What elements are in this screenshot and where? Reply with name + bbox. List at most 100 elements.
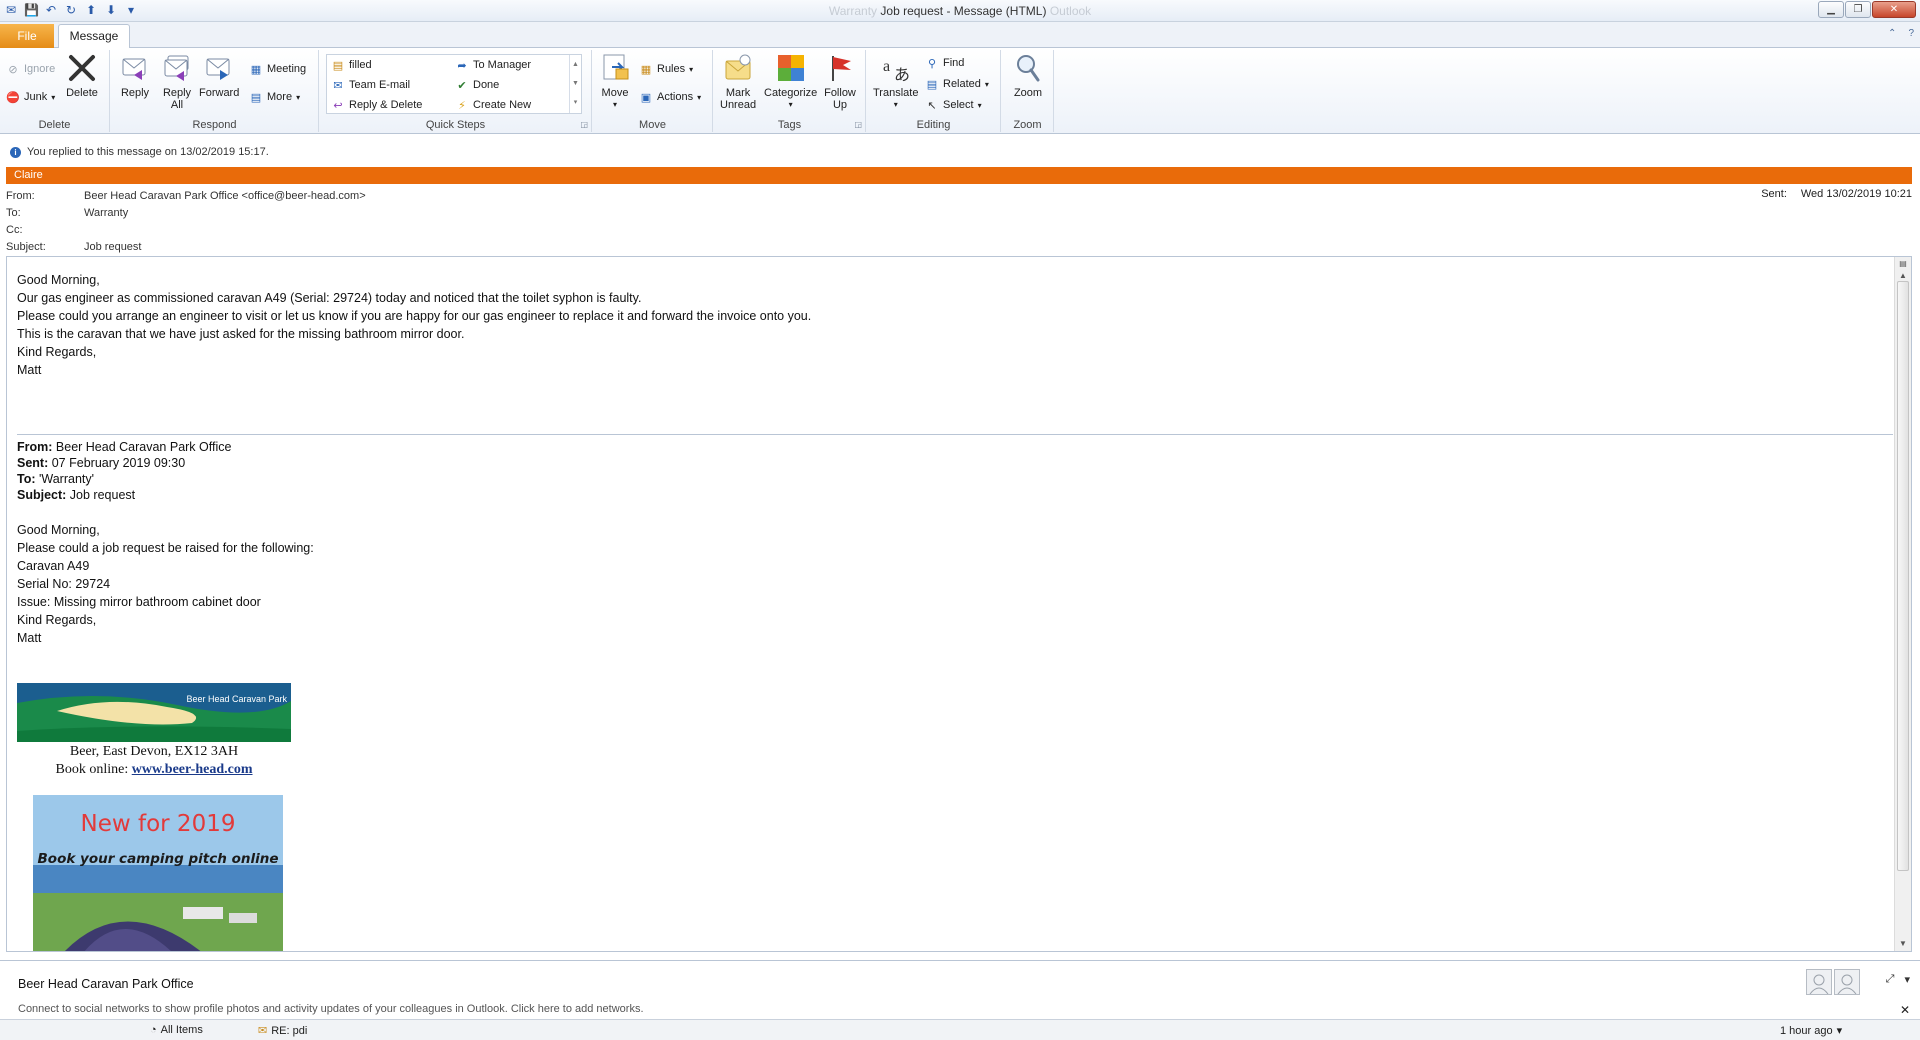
tab-message[interactable]: Message	[58, 24, 130, 49]
select-button[interactable]: ↖ Select ▾	[925, 98, 981, 112]
translate-button[interactable]: aあ Translate ▾	[873, 52, 918, 111]
quick-step-team-email[interactable]: ✉ Team E-mail	[331, 78, 410, 92]
quick-step-create-new[interactable]: ⚡ Create New	[455, 98, 531, 112]
quick-steps-gallery: ▤ filled ✉ Team E-mail ↩ Reply & Delete …	[326, 54, 582, 114]
to-row: To: Warranty	[6, 204, 1912, 221]
signature-address: Beer, East Devon, EX12 3AH Book online: …	[17, 743, 291, 779]
page-settings-icon[interactable]: ▤	[1898, 259, 1908, 269]
delete-button[interactable]: Delete	[66, 52, 98, 99]
chevron-down-icon[interactable]: ▾	[1837, 1024, 1843, 1037]
quick-step-label: To Manager	[473, 59, 532, 71]
title-faded-left: Warranty	[828, 4, 878, 18]
expand-icon[interactable]: ⤢	[1886, 973, 1895, 986]
quoted-line: Good Morning,	[17, 523, 100, 537]
all-items-label: All Items	[160, 1024, 203, 1036]
to-manager-icon: ➦	[457, 59, 467, 72]
quoted-to-label: To:	[17, 472, 36, 486]
sent-info: Sent: Wed 13/02/2019 10:21	[1761, 188, 1912, 200]
bottom-strip: ◔ All Items ✉ RE: pdi 1 hour ago ▾	[0, 1019, 1920, 1040]
find-button[interactable]: ⚲ Find	[925, 56, 964, 70]
follow-up-button[interactable]: Follow Up	[824, 52, 856, 111]
gallery-more-icon[interactable]: ▾	[570, 93, 581, 112]
mark-unread-label-2: Unread	[720, 99, 757, 111]
minimize-button[interactable]: ▁	[1818, 1, 1844, 18]
zoom-button[interactable]: Zoom	[1012, 52, 1044, 99]
ignore-button[interactable]: ⊘ Ignore	[6, 62, 55, 76]
all-items-tab[interactable]: ◔ All Items	[150, 1024, 203, 1036]
minimize-ribbon-icon[interactable]: ⌃	[1888, 28, 1896, 39]
more-respond-button[interactable]: ▤ More ▾	[249, 90, 300, 104]
lightning-icon: ⚡	[458, 99, 466, 112]
to-value[interactable]: Warranty	[84, 207, 128, 219]
delete-group-label: Delete	[38, 119, 71, 131]
social-network-note[interactable]: Connect to social networks to show profi…	[18, 1003, 644, 1015]
vertical-scrollbar[interactable]: ▤ ▲ ▼	[1894, 257, 1911, 951]
info-bar[interactable]: i You replied to this message on 13/02/2…	[0, 142, 1920, 162]
svg-text:あ: あ	[894, 65, 910, 83]
quote-separator	[17, 434, 1893, 435]
delete-label: Delete	[66, 87, 98, 99]
chevron-down-icon[interactable]: ▾	[1904, 973, 1910, 986]
forward-button[interactable]: Forward	[199, 52, 239, 99]
from-value[interactable]: Beer Head Caravan Park Office <office@be…	[84, 190, 366, 202]
quoted-subject-value: Job request	[69, 488, 136, 502]
people-pane-name[interactable]: Beer Head Caravan Park Office	[18, 977, 194, 991]
move-group: Move ▾ ▦ Rules ▾ ▣ Actions ▾ Move	[593, 50, 713, 132]
mark-unread-button[interactable]: Mark Unread	[720, 52, 756, 111]
quick-step-label: Team E-mail	[349, 79, 411, 91]
delete-x-icon	[66, 52, 98, 84]
meeting-button[interactable]: ▦ Meeting	[249, 62, 306, 76]
website-link[interactable]: www.beer-head.com	[132, 762, 253, 777]
scroll-up-icon[interactable]: ▲	[570, 55, 581, 74]
title-main: Job request - Message (HTML)	[880, 4, 1047, 18]
chevron-down-icon: ▾	[612, 100, 617, 109]
tab-file[interactable]: File	[0, 24, 54, 48]
quick-step-to-manager[interactable]: ➦ To Manager	[455, 58, 531, 72]
move-button[interactable]: Move ▾	[599, 52, 631, 111]
quick-step-reply-delete[interactable]: ↩ Reply & Delete	[331, 98, 422, 112]
quick-step-done[interactable]: ✔ Done	[455, 78, 499, 92]
scroll-down-icon[interactable]: ▼	[570, 74, 581, 93]
select-label: Select	[943, 99, 974, 111]
rules-label: Rules	[657, 63, 686, 75]
categorize-button[interactable]: Categorize ▾	[764, 52, 817, 111]
restore-button[interactable]: ❐	[1845, 1, 1871, 18]
category-bar[interactable]: Claire	[6, 167, 1912, 184]
book-online-label: Book online:	[55, 762, 132, 777]
quoted-from-row: From: Beer Head Caravan Park Office	[17, 439, 1887, 455]
scroll-down-icon[interactable]: ▼	[1898, 939, 1908, 949]
help-icon[interactable]: ?	[1908, 28, 1914, 39]
title-faded-right: Outlook	[1049, 4, 1092, 18]
close-button[interactable]: ✕	[1872, 1, 1916, 18]
quick-step-label: Done	[473, 79, 500, 91]
gallery-scroll[interactable]: ▲ ▼ ▾	[569, 55, 581, 113]
message-body[interactable]: Good Morning, Our gas engineer as commis…	[6, 256, 1912, 952]
related-icon: ▤	[926, 78, 938, 91]
reply-button[interactable]: Reply	[119, 52, 151, 99]
avatar-list	[1806, 969, 1860, 995]
info-icon: i	[10, 146, 21, 158]
scroll-thumb[interactable]	[1897, 281, 1909, 871]
quick-step-filled[interactable]: ▤ filled	[331, 58, 372, 72]
close-icon[interactable]: ✕	[1900, 1003, 1910, 1017]
quoted-line: Issue: Missing mirror bathroom cabinet d…	[17, 595, 261, 609]
related-item-label: RE: pdi	[271, 1024, 308, 1037]
checkmark-icon: ✔	[457, 79, 467, 92]
rules-button[interactable]: ▦ Rules ▾	[639, 62, 693, 76]
avatar-icon[interactable]	[1806, 969, 1832, 995]
avatar-icon[interactable]	[1834, 969, 1860, 995]
binoculars-icon: ⚲	[927, 57, 937, 70]
ribbon: ⊘ Ignore ⛔ Junk ▾ Delete Delete Reply Re…	[0, 48, 1920, 134]
scroll-up-icon[interactable]: ▲	[1898, 271, 1908, 281]
magnifier-icon	[1012, 52, 1044, 84]
actions-icon: ▣	[640, 91, 652, 104]
related-button[interactable]: ▤ Related ▾	[925, 77, 989, 91]
ignore-icon: ⊘	[8, 63, 18, 76]
junk-button[interactable]: ⛔ Junk ▾	[6, 90, 55, 104]
reply-all-button[interactable]: Reply All	[161, 52, 193, 111]
quoted-sent-row: Sent: 07 February 2019 09:30	[17, 455, 1887, 471]
related-item[interactable]: ✉ RE: pdi	[258, 1024, 308, 1038]
actions-button[interactable]: ▣ Actions ▾	[639, 90, 701, 104]
chevron-down-icon: ▾	[984, 79, 989, 89]
quoted-line: Please could a job request be raised for…	[17, 541, 314, 555]
